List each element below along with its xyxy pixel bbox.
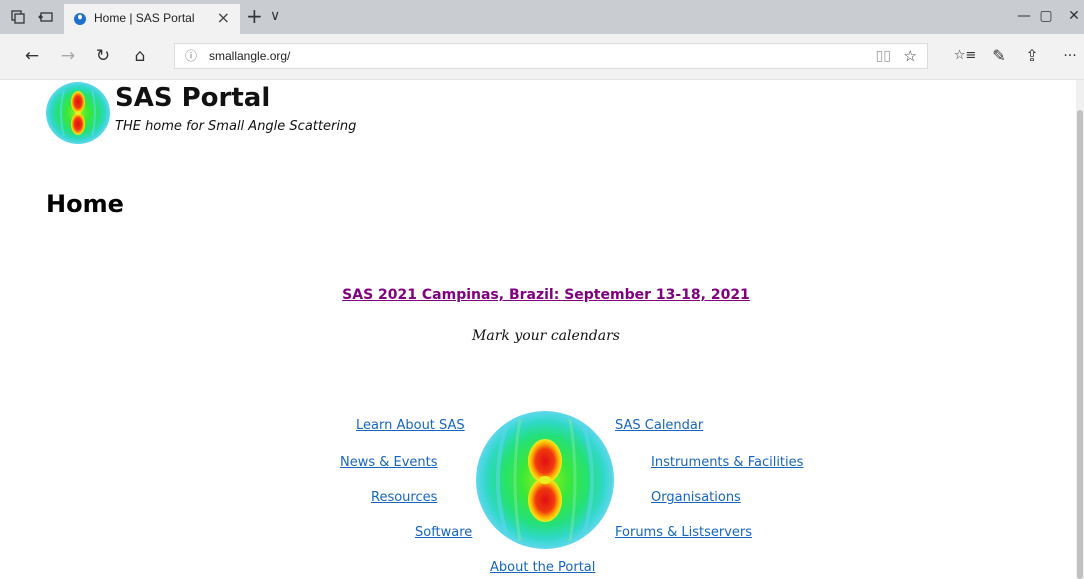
site-name[interactable]: SAS Portal (115, 83, 270, 113)
resources-link[interactable]: Resources (371, 490, 437, 505)
browser-nav-bar: ← → ↻ ⌂ ⓘ smallangle.org/ ▯▯ ☆ ☆≡ ✎ ⇪ ··… (0, 34, 1084, 80)
page-title: Home (46, 190, 124, 218)
instruments-facilities-link[interactable]: Instruments & Facilities (651, 455, 803, 470)
forums-listservers-link[interactable]: Forums & Listservers (615, 525, 752, 540)
organisations-link[interactable]: Organisations (651, 490, 741, 505)
reading-view-icon[interactable]: ▯▯ (876, 47, 891, 65)
conference-announcement-link[interactable]: SAS 2021 Campinas, Brazil: September 13-… (0, 287, 1084, 303)
page-content: SAS Portal THE home for Small Angle Scat… (0, 80, 1084, 579)
learn-about-sas-link[interactable]: Learn About SAS (356, 418, 465, 433)
scrollbar-thumb[interactable] (1077, 110, 1083, 579)
address-url[interactable]: smallangle.org/ (209, 49, 290, 63)
more-menu-icon[interactable]: ··· (1058, 44, 1082, 68)
announcement-subtitle: Mark your calendars (472, 328, 620, 344)
refresh-button[interactable]: ↻ (91, 45, 115, 67)
home-button[interactable]: ⌂ (128, 45, 152, 67)
site-info-icon[interactable]: ⓘ (185, 48, 197, 64)
back-button[interactable]: ← (20, 45, 44, 67)
tab-title: Home | SAS Portal (94, 11, 195, 25)
site-logo[interactable] (46, 82, 110, 144)
web-notes-icon[interactable]: ✎ (987, 44, 1011, 68)
tabs-aside-icon[interactable] (10, 9, 26, 25)
new-tab-button[interactable]: + (246, 5, 263, 27)
tab-close-button[interactable]: × (217, 9, 230, 27)
close-window-button[interactable]: ✕ (1064, 7, 1084, 25)
page-scrollbar[interactable] (1076, 80, 1084, 579)
news-events-link[interactable]: News & Events (340, 455, 438, 470)
site-slogan: THE home for Small Angle Scattering (115, 119, 357, 134)
tab-list-chevron-icon[interactable]: ∨ (270, 7, 280, 25)
address-bar[interactable]: ⓘ smallangle.org/ ▯▯ ☆ (174, 43, 928, 69)
sas-calendar-link[interactable]: SAS Calendar (615, 418, 703, 433)
restore-button[interactable]: ▢ (1036, 7, 1056, 25)
scattering-pattern-logo (476, 411, 614, 549)
share-icon[interactable]: ⇪ (1020, 44, 1044, 68)
forward-button[interactable]: → (56, 45, 80, 67)
browser-tab-bar: Home | SAS Portal × + ∨ — ▢ ✕ (0, 0, 1084, 34)
favorites-hub-icon[interactable]: ☆≡ (953, 44, 977, 68)
active-tab[interactable]: Home | SAS Portal × (64, 4, 240, 34)
software-link[interactable]: Software (415, 525, 472, 540)
minimize-button[interactable]: — (1014, 7, 1034, 25)
favorite-star-icon[interactable]: ☆ (904, 46, 917, 66)
show-tabs-icon[interactable] (38, 9, 54, 25)
sas-favicon-icon (74, 13, 86, 25)
about-portal-link[interactable]: About the Portal (490, 560, 595, 575)
